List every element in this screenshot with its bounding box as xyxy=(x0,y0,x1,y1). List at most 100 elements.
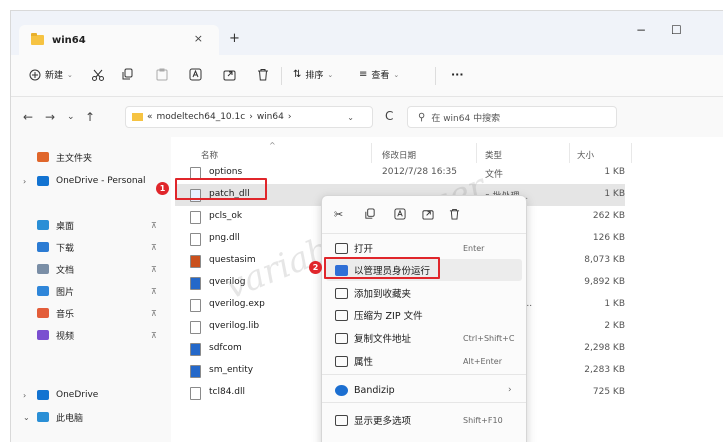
toolbar-divider xyxy=(281,67,282,85)
pin-icon: ⊼ xyxy=(151,220,157,230)
context-menu-item[interactable]: Bandizip › xyxy=(326,379,522,401)
context-menu-item[interactable]: 压缩为 ZIP 文件 xyxy=(326,304,522,326)
file-name: pcls_ok xyxy=(209,211,243,221)
breadcrumb-modeltech[interactable]: modeltech64_10.1c xyxy=(157,112,246,122)
document-icon xyxy=(37,264,49,274)
sidebar-item[interactable]: 下载 ⊼ xyxy=(11,237,171,257)
more-icon: ··· xyxy=(451,68,464,81)
context-menu: ✂ 打开 Enter 以管理员身份运行 添加到收藏夹 压缩为 ZIP 文件 复制文件地址 C… xyxy=(321,195,527,442)
sidebar-item[interactable]: 音乐 ⊼ xyxy=(11,303,171,323)
menu-share-icon[interactable] xyxy=(422,208,434,220)
breadcrumb-win64[interactable]: win64 xyxy=(257,112,284,122)
title-bar: win64 × + − ☐ xyxy=(11,11,723,55)
zip-icon xyxy=(335,309,348,321)
context-menu-item[interactable]: 属性 Alt+Enter xyxy=(326,350,522,372)
forward-button[interactable]: → xyxy=(45,110,55,124)
sidebar-item[interactable]: 桌面 ⊼ xyxy=(11,215,171,235)
context-menu-toolbar: ✂ xyxy=(322,196,526,234)
cut-button[interactable] xyxy=(91,68,105,82)
new-tab-button[interactable]: + xyxy=(229,31,240,46)
up-button[interactable]: ↑ xyxy=(85,110,95,124)
file-size: 2,283 KB xyxy=(584,365,625,375)
column-header-size[interactable]: 大小 xyxy=(577,149,594,161)
chevron-down-icon: ⌄ xyxy=(67,70,73,79)
command-bar: 新建 ⌄ ⇅ 排序 ⌄ ≡ 查看 ⌄ ··· xyxy=(11,55,723,97)
column-divider[interactable] xyxy=(371,143,372,163)
sidebar-item[interactable]: 主文件夹 xyxy=(11,147,171,167)
cloud-icon xyxy=(37,390,49,400)
rename-button[interactable] xyxy=(189,68,202,81)
copy-button[interactable] xyxy=(121,68,134,81)
file-date: 2012/7/28 16:35 xyxy=(382,167,457,177)
pictures-icon xyxy=(37,286,49,296)
sidebar-item[interactable]: › OneDrive - Personal xyxy=(11,171,171,191)
share-button[interactable] xyxy=(223,68,236,81)
view-button[interactable]: ≡ 查看 ⌄ xyxy=(359,68,399,81)
breadcrumb-separator: › xyxy=(287,112,292,122)
cloud-icon xyxy=(37,176,49,186)
sidebar-item-label: 桌面 xyxy=(56,221,75,232)
file-type: 文件 xyxy=(485,170,504,180)
refresh-button[interactable]: C xyxy=(385,109,393,123)
maximize-button[interactable]: ☐ xyxy=(671,23,682,37)
back-button[interactable]: ← xyxy=(23,110,33,124)
menu-delete-icon[interactable] xyxy=(449,208,460,220)
context-menu-item[interactable]: 添加到收藏夹 xyxy=(326,282,522,304)
search-placeholder: 在 win64 中搜索 xyxy=(431,113,501,124)
file-size: 1 KB xyxy=(604,189,625,199)
column-divider[interactable] xyxy=(476,143,477,163)
sidebar-item[interactable]: › OneDrive xyxy=(11,385,171,405)
menu-separator xyxy=(322,402,526,403)
delete-button[interactable] xyxy=(257,68,269,81)
expand-chevron-icon[interactable]: ⌄ xyxy=(23,413,30,422)
address-bar[interactable]: « modeltech64_10.1c › win64 › ⌄ xyxy=(125,106,373,128)
explorer-window: win64 × + − ☐ 新建 ⌄ ⇅ 排序 ⌄ ≡ 查看 ⌄ ··· ← →… xyxy=(10,10,723,442)
context-menu-item[interactable]: 复制文件地址 Ctrl+Shift+C xyxy=(326,327,522,349)
column-header-name[interactable]: 名称 xyxy=(201,149,218,161)
download-icon xyxy=(37,242,49,252)
tab-close-icon[interactable]: × xyxy=(194,32,203,45)
sidebar-item[interactable]: ⌄ 此电脑 xyxy=(11,407,171,427)
desktop-icon xyxy=(37,220,49,230)
paste-icon xyxy=(156,68,168,81)
tab-win64[interactable]: win64 × xyxy=(19,25,219,55)
paste-button[interactable] xyxy=(156,68,168,81)
breadcrumb-overflow[interactable]: « xyxy=(147,112,153,122)
view-label: 查看 xyxy=(371,71,390,81)
pin-icon: ⊼ xyxy=(151,330,157,340)
context-menu-item[interactable]: 显示更多选项 Shift+F10 xyxy=(326,409,522,431)
search-input[interactable]: ⚲ 在 win64 中搜索 xyxy=(407,106,617,128)
menu-cut-icon[interactable]: ✂ xyxy=(334,208,343,221)
menu-rename-icon[interactable] xyxy=(394,208,406,220)
sort-button[interactable]: ⇅ 排序 ⌄ xyxy=(293,68,333,81)
context-menu-shortcut: Alt+Enter xyxy=(463,356,503,366)
menu-copy-icon[interactable] xyxy=(364,208,376,220)
file-name: qverilog xyxy=(209,277,246,287)
file-name: png.dll xyxy=(209,233,240,243)
sidebar-item-label: 视频 xyxy=(56,331,75,342)
address-row: ← → ⌄ ↑ « modeltech64_10.1c › win64 › ⌄ … xyxy=(11,97,723,137)
column-divider[interactable] xyxy=(631,143,632,163)
new-button[interactable]: 新建 ⌄ xyxy=(29,68,73,81)
context-menu-label: 显示更多选项 xyxy=(354,416,412,427)
context-menu-item[interactable]: 打开 Enter xyxy=(326,237,522,259)
column-header-date[interactable]: 修改日期 xyxy=(382,149,416,161)
chevron-down-icon[interactable]: ⌄ xyxy=(347,113,354,122)
expand-chevron-icon[interactable]: › xyxy=(23,391,26,400)
file-icon xyxy=(190,321,201,334)
file-size: 2,298 KB xyxy=(584,343,625,353)
sidebar-item[interactable]: 视频 ⊼ xyxy=(11,325,171,345)
column-divider[interactable] xyxy=(569,143,570,163)
column-header-type[interactable]: 类型 xyxy=(485,149,502,161)
file-size: 1 KB xyxy=(604,167,625,177)
scissors-icon xyxy=(92,69,104,81)
sidebar-item[interactable]: 图片 ⊼ xyxy=(11,281,171,301)
minimize-button[interactable]: − xyxy=(636,23,646,37)
recent-locations-button[interactable]: ⌄ xyxy=(67,112,75,122)
sidebar-item[interactable]: 文档 ⊼ xyxy=(11,259,171,279)
sort-icon: ⇅ xyxy=(293,69,302,80)
more-button[interactable]: ··· xyxy=(447,68,464,81)
folder-icon xyxy=(31,33,44,45)
expand-chevron-icon[interactable]: › xyxy=(23,177,26,186)
trash-icon xyxy=(258,69,268,81)
